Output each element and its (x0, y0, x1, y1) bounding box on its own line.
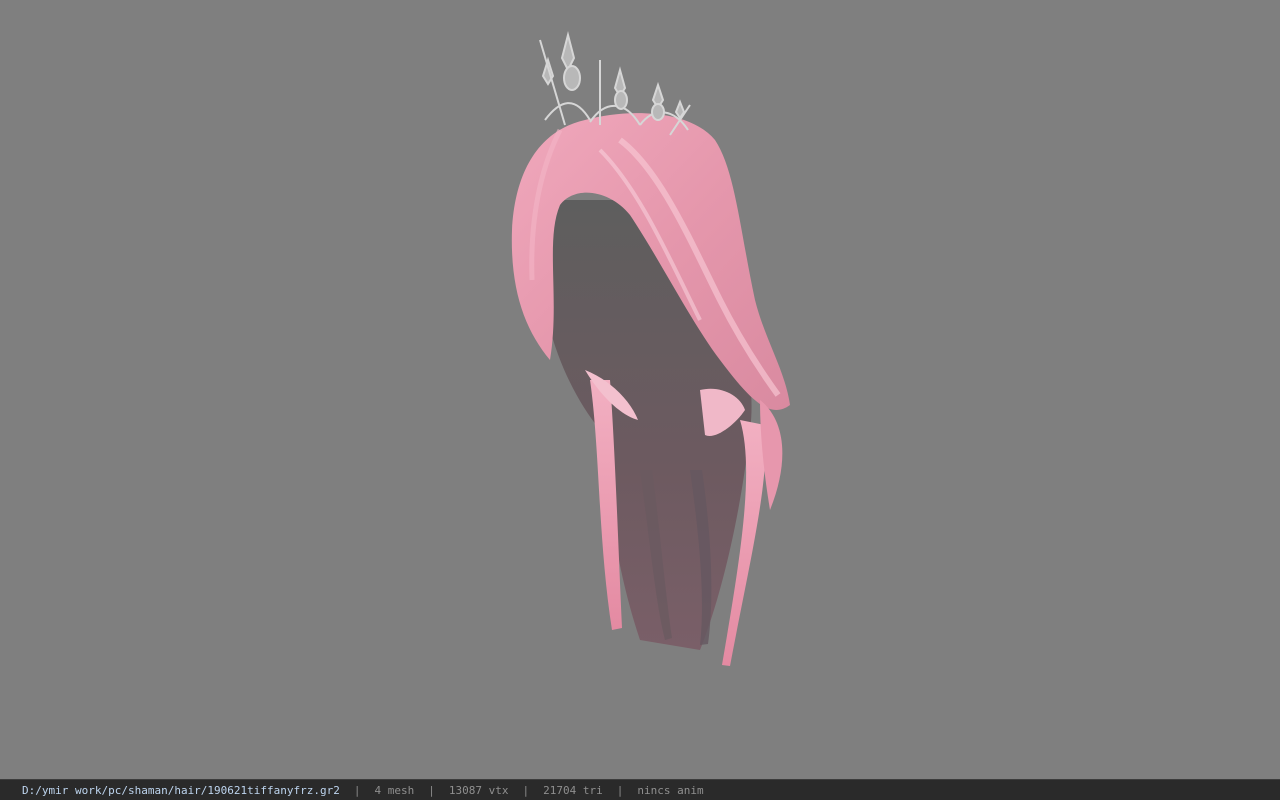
status-triangle-count: 21704 tri (543, 783, 603, 797)
status-bar: D:/ymir work/pc/shaman/hair/190621tiffan… (0, 779, 1280, 800)
status-vertex-count: 13087 vtx (448, 783, 509, 797)
status-separator: | (616, 783, 624, 797)
status-mesh-count: 4 mesh (374, 783, 415, 797)
status-separator: | (428, 783, 435, 797)
status-separator: | (353, 783, 361, 797)
status-file-path: D:/ymir work/pc/shaman/hair/190621tiffan… (22, 783, 340, 797)
status-separator: | (522, 783, 530, 797)
status-anim-status: nincs anim (637, 783, 704, 797)
3d-viewport[interactable] (0, 0, 1280, 779)
hair-model-render[interactable] (0, 0, 1280, 779)
